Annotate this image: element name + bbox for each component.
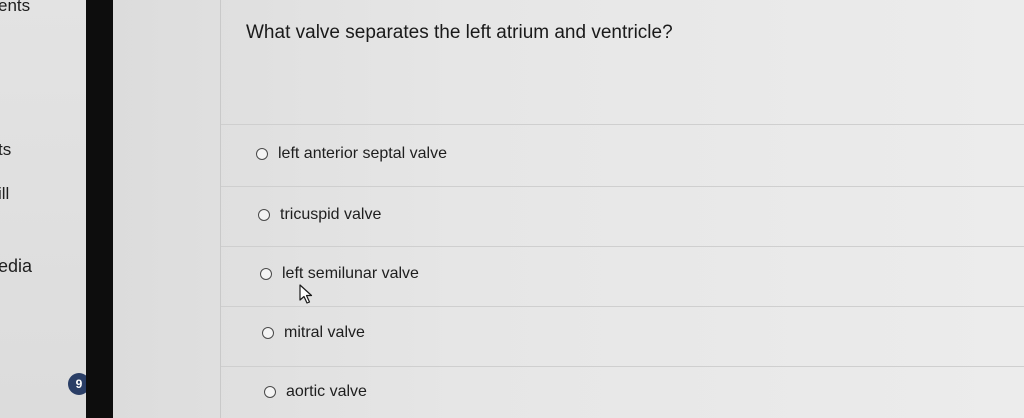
sidebar: ents ts ill edia 9: [0, 0, 90, 418]
radio-button-icon[interactable]: [260, 268, 272, 280]
answer-option-1[interactable]: left anterior septal valve: [256, 145, 447, 163]
window-divider: [86, 0, 113, 418]
answer-option-label: aortic valve: [286, 383, 367, 400]
quiz-content: What valve separates the left atrium and…: [113, 0, 1024, 418]
sidebar-item-2[interactable]: ts: [0, 140, 11, 160]
answer-option-3[interactable]: left semilunar valve: [260, 265, 419, 283]
option-divider: [221, 124, 1024, 125]
option-divider: [221, 366, 1024, 367]
sidebar-item-3[interactable]: ill: [0, 184, 9, 204]
answer-option-label: left anterior septal valve: [278, 145, 447, 162]
radio-button-icon[interactable]: [264, 386, 276, 398]
answer-option-label: left semilunar valve: [282, 265, 419, 282]
sidebar-item-4[interactable]: edia: [0, 256, 32, 277]
option-divider: [221, 186, 1024, 187]
radio-button-icon[interactable]: [256, 148, 268, 160]
option-divider: [221, 306, 1024, 307]
sidebar-item-1[interactable]: ents: [0, 0, 30, 16]
question-text: What valve separates the left atrium and…: [246, 22, 673, 43]
answer-option-5[interactable]: aortic valve: [264, 383, 367, 401]
radio-button-icon[interactable]: [262, 327, 274, 339]
screen: ents ts ill edia 9 What valve separates …: [0, 0, 1024, 418]
answer-option-label: tricuspid valve: [280, 206, 382, 223]
answer-option-2[interactable]: tricuspid valve: [258, 206, 381, 224]
answer-option-4[interactable]: mitral valve: [262, 324, 365, 342]
option-divider: [221, 246, 1024, 247]
mouse-pointer-icon: [299, 284, 313, 304]
answer-option-label: mitral valve: [284, 324, 365, 341]
question-column-border: [220, 0, 221, 418]
radio-button-icon[interactable]: [258, 209, 270, 221]
